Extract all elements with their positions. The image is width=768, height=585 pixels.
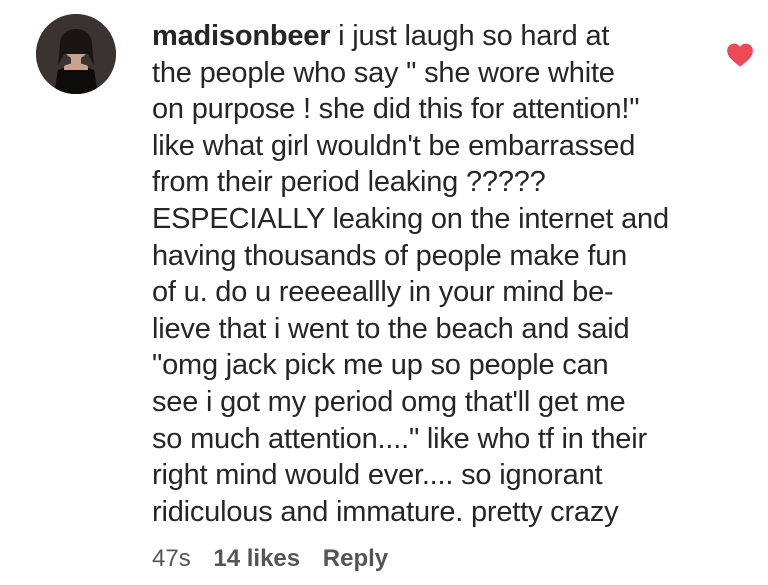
comment-line: so much attention...." like who tf in th… <box>152 422 647 455</box>
comment-line: "omg jack pick me up so people can <box>152 349 609 382</box>
comment-meta: 47s 14 likes Reply <box>152 544 404 574</box>
comment-text: madisonbeer i just laugh so hard at the … <box>152 18 712 530</box>
reply-button[interactable]: Reply <box>323 545 388 572</box>
comment-line: right mind would ever.... so ignorant <box>152 459 603 492</box>
comment-line: having thousands of people make fun <box>152 239 628 272</box>
likes-count[interactable]: 14 likes <box>213 545 300 572</box>
avatar[interactable] <box>36 14 116 94</box>
comment-line: of u. do u reeeeallly in your mind be- <box>152 276 614 309</box>
comment-line: like what girl wouldn't be embarrassed <box>152 129 636 162</box>
comment-line: ridiculous and immature. pretty crazy <box>152 495 619 528</box>
profile-photo-icon <box>36 14 116 94</box>
comment-line: lieve that i went to the beach and said <box>152 312 630 345</box>
comment-line: on purpose ! she did this for attention!… <box>152 93 640 126</box>
comment-timestamp: 47s <box>152 545 191 572</box>
username[interactable]: madisonbeer <box>152 20 331 52</box>
like-button[interactable] <box>726 42 754 68</box>
heart-icon <box>727 43 753 67</box>
comment-line: ESPECIALLY leaking on the internet and <box>152 202 669 235</box>
comment-line-text: i just laugh so hard at <box>338 20 610 52</box>
comment-line: from their period leaking ????? <box>152 166 546 199</box>
comment-line: madisonbeer i just laugh so hard at <box>152 18 712 55</box>
comment: madisonbeer i just laugh so hard at the … <box>0 0 768 585</box>
comment-line: the people who say " she wore white <box>152 56 615 89</box>
comment-line: see i got my period omg that'll get me <box>152 385 626 418</box>
